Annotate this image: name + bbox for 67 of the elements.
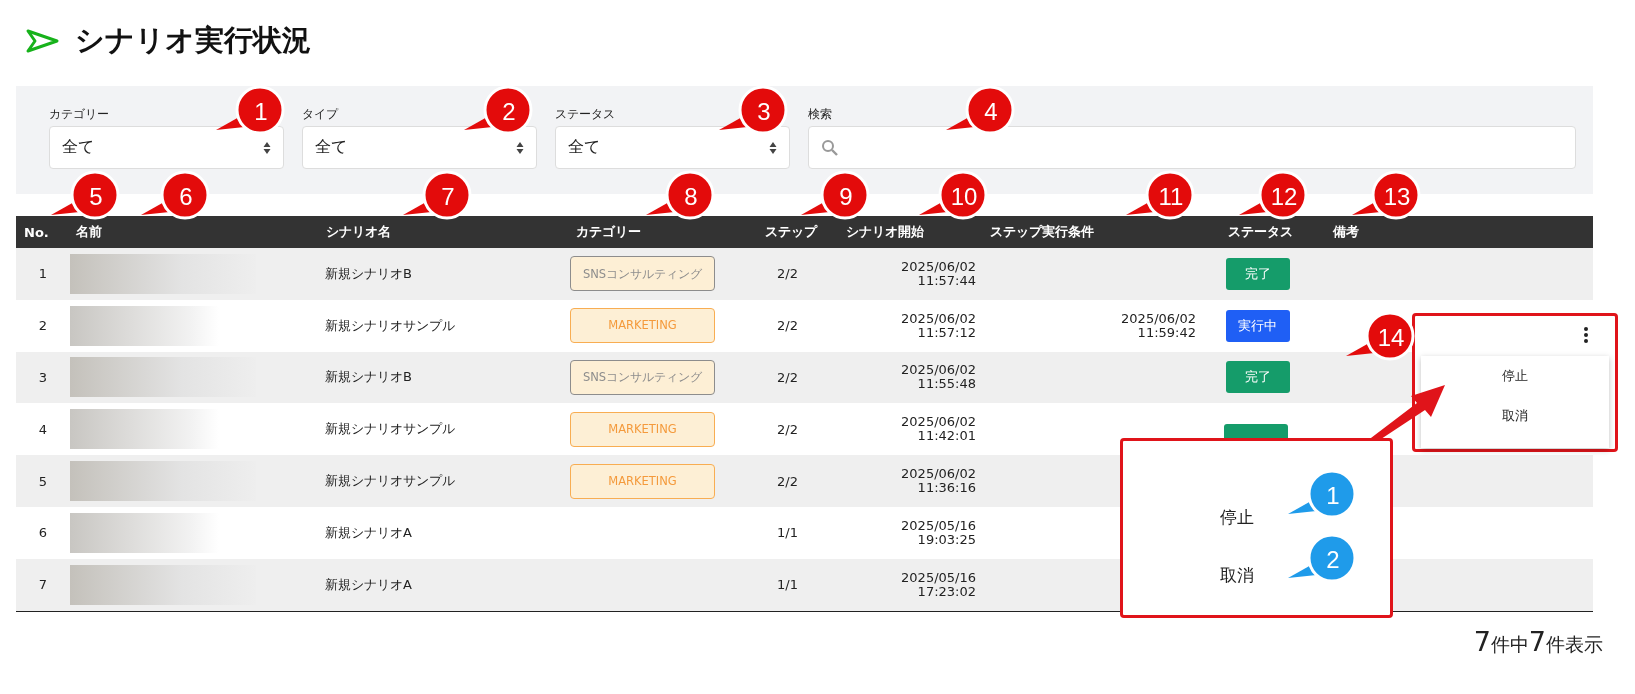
- sort-arrows-icon: [516, 140, 524, 155]
- status-badge: 実行中: [1225, 309, 1290, 342]
- search-field[interactable]: [808, 126, 1576, 169]
- filter-select[interactable]: 全て: [302, 126, 537, 169]
- column-header: カテゴリー: [575, 223, 642, 241]
- row-number: 4: [37, 421, 49, 437]
- page-title: シナリオ実行状況: [75, 22, 311, 59]
- column-header: No.: [23, 224, 50, 240]
- start-datetime: 2025/06/02 11:55:48: [900, 363, 977, 392]
- step-count: 2/2: [776, 473, 799, 489]
- status-badge: 完了: [1225, 361, 1290, 394]
- step-count: 1/1: [776, 577, 799, 593]
- status-badge: 完了: [1225, 257, 1290, 290]
- row-number: 1: [37, 266, 49, 282]
- sort-arrows-icon: [263, 140, 271, 155]
- result-count: 7件中 7件表示: [1473, 625, 1603, 658]
- step-count: 1/1: [776, 525, 799, 541]
- column-header: ステータス: [1227, 223, 1294, 241]
- row-number: 7: [37, 577, 49, 593]
- menu-item[interactable]: 停止: [1494, 356, 1536, 396]
- category-tag: SNSコンサルティング: [570, 360, 715, 395]
- column-header: 備考: [1331, 223, 1360, 241]
- start-datetime: 2025/06/02 11:42:01: [900, 415, 977, 444]
- start-datetime: 2025/05/16 19:03:25: [900, 518, 977, 547]
- row-number: 2: [37, 318, 49, 334]
- column-header: ステップ実行条件: [989, 223, 1095, 241]
- menu-item[interactable]: 取消: [1494, 396, 1536, 436]
- category-tag: MARKETING: [570, 463, 715, 499]
- scenario-name: 新規シナリオA: [324, 575, 413, 594]
- step-count: 2/2: [776, 421, 799, 437]
- filter-label: 検索: [808, 106, 832, 122]
- filter-label: タイプ: [302, 106, 338, 122]
- row-number: 5: [37, 473, 49, 489]
- start-datetime: 2025/06/02 11:57:44: [900, 259, 977, 288]
- scenario-name: 新規シナリオA: [324, 523, 413, 542]
- more-vertical-icon[interactable]: [1583, 326, 1589, 344]
- column-header: ステップ: [763, 223, 819, 241]
- step-count: 2/2: [776, 266, 799, 282]
- status-badge-edge: [1224, 424, 1288, 438]
- column-header: シナリオ開始: [845, 223, 925, 241]
- column-header: シナリオ名: [325, 223, 392, 241]
- column-header: 名前: [75, 223, 103, 241]
- scenario-name: 新規シナリオサンプル: [324, 472, 456, 491]
- play-triangle-icon: [25, 28, 61, 54]
- scenario-name: 新規シナリオサンプル: [324, 420, 456, 439]
- menu-item[interactable]: 取消: [1211, 547, 1262, 603]
- category-tag: MARKETING: [570, 308, 715, 344]
- filter-select[interactable]: 全て: [555, 126, 790, 169]
- start-datetime: 2025/06/02 11:57:12: [900, 311, 977, 340]
- condition-datetime: 2025/06/02 11:59:42: [1120, 311, 1197, 340]
- scenario-name: 新規シナリオサンプル: [324, 316, 456, 335]
- row-number: 3: [37, 370, 49, 385]
- filter-label: ステータス: [555, 106, 615, 122]
- filter-label: カテゴリー: [49, 106, 109, 122]
- step-count: 2/2: [776, 318, 799, 334]
- scenario-name: 新規シナリオB: [324, 264, 413, 283]
- row-number: 6: [37, 525, 49, 541]
- filter-select[interactable]: 全て: [49, 126, 284, 169]
- category-tag: MARKETING: [570, 411, 715, 447]
- search-icon: [821, 138, 839, 157]
- scenario-name: 新規シナリオB: [324, 368, 413, 387]
- step-count: 2/2: [776, 370, 799, 385]
- sort-arrows-icon: [769, 140, 777, 155]
- start-datetime: 2025/06/02 11:36:16: [900, 467, 977, 496]
- menu-item[interactable]: 停止: [1211, 489, 1262, 545]
- start-datetime: 2025/05/16 17:23:02: [900, 570, 977, 599]
- category-tag: SNSコンサルティング: [570, 256, 715, 292]
